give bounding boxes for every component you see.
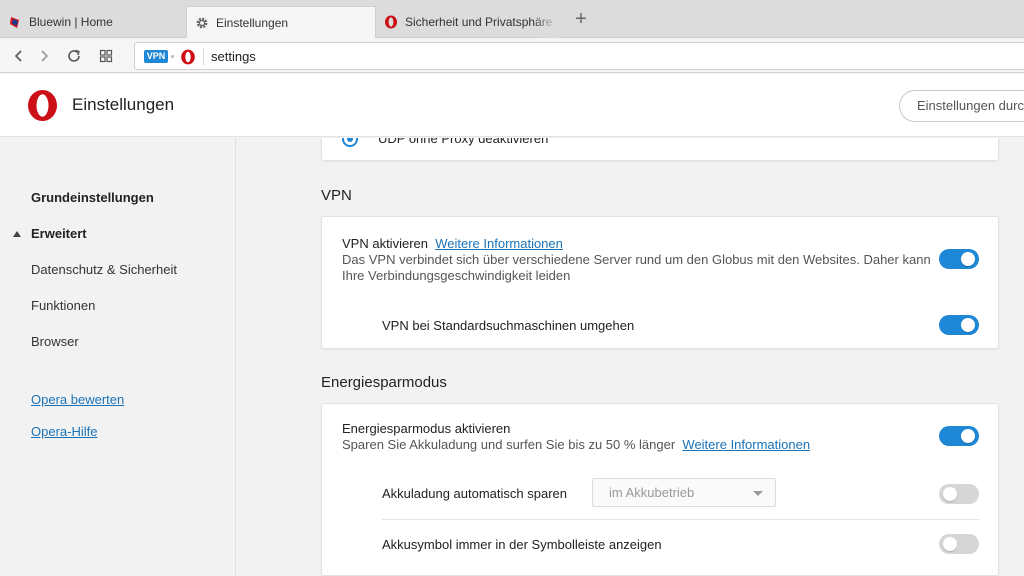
sidebar-item-grundeinstellungen[interactable]: Grundeinstellungen xyxy=(31,190,154,205)
vpn-enable-description: Das VPN verbindet sich über verschiedene… xyxy=(342,252,931,283)
vpn-section-title: VPN xyxy=(321,187,352,204)
vpn-bypass-label: VPN bei Standardsuchmaschinen umgehen xyxy=(382,318,635,333)
settings-search-input[interactable]: Einstellungen durchsuchen xyxy=(899,90,1024,122)
chevron-left-icon xyxy=(14,50,22,62)
battery-auto-select-value: im Akkubetrieb xyxy=(609,485,695,500)
opera-logo-icon xyxy=(26,89,59,122)
battery-more-info-link[interactable]: Weitere Informationen xyxy=(682,437,810,452)
new-tab-button[interactable]: + xyxy=(572,9,590,29)
vpn-enable-label: VPN aktivieren Weitere Informationen xyxy=(342,236,563,251)
vpn-card: VPN aktivieren Weitere Informationen Das… xyxy=(321,216,999,349)
vpn-bypass-toggle[interactable] xyxy=(939,315,979,335)
reload-button[interactable] xyxy=(64,46,84,66)
vpn-enable-toggle[interactable] xyxy=(939,249,979,269)
webrtc-card: UDP ohne Proxy deaktivieren xyxy=(321,138,999,161)
sidebar: Grundeinstellungen Erweitert Datenschutz… xyxy=(0,138,236,576)
back-button[interactable] xyxy=(9,46,29,66)
divider xyxy=(382,519,979,520)
udp-radio-label: UDP ohne Proxy deaktivieren xyxy=(378,138,549,146)
udp-radio[interactable] xyxy=(342,138,358,147)
sidebar-item-erweitert[interactable]: Erweitert xyxy=(31,226,87,241)
tab-bluewin[interactable]: Bluewin | Home xyxy=(0,6,186,38)
chevron-right-icon xyxy=(41,50,49,62)
tab-grid-button[interactable] xyxy=(96,46,116,66)
opera-icon xyxy=(384,15,398,29)
tab-strip: Bluewin | Home Einstellungen Sicherheit … xyxy=(0,0,1024,38)
battery-auto-toggle[interactable] xyxy=(939,484,979,504)
sidebar-item-browser[interactable]: Browser xyxy=(31,334,79,349)
address-bar[interactable]: VPN settings xyxy=(134,42,1024,70)
forward-button[interactable] xyxy=(34,46,54,66)
grid-icon xyxy=(99,49,113,63)
sidebar-item-datenschutz[interactable]: Datenschutz & Sicherheit xyxy=(31,262,177,277)
address-toolbar: VPN settings xyxy=(0,39,1024,73)
tab-einstellungen[interactable]: Einstellungen xyxy=(186,6,376,38)
chevron-down-icon xyxy=(753,491,763,496)
battery-icon-label: Akkusymbol immer in der Symbolleiste anz… xyxy=(382,537,662,552)
settings-header: Einstellungen Einstellungen durchsuchen xyxy=(0,74,1024,137)
battery-enable-label: Energiesparmodus aktivieren xyxy=(342,421,511,436)
vpn-badge[interactable]: VPN xyxy=(144,50,168,63)
settings-content: UDP ohne Proxy deaktivieren VPN VPN akti… xyxy=(237,138,1024,576)
caret-up-icon xyxy=(13,231,21,237)
url-divider xyxy=(203,48,204,65)
bluewin-icon xyxy=(8,15,22,29)
sidebar-item-funktionen[interactable]: Funktionen xyxy=(31,298,95,313)
opera-hilfe-link[interactable]: Opera-Hilfe xyxy=(31,424,97,439)
tab-sicherheit[interactable]: Sicherheit und Privatsphäre - xyxy=(376,6,558,38)
battery-enable-toggle[interactable] xyxy=(939,426,979,446)
battery-enable-description: Sparen Sie Akkuladung und surfen Sie bis… xyxy=(342,437,811,452)
battery-auto-select[interactable]: im Akkubetrieb xyxy=(592,478,776,507)
tab-label: Einstellungen xyxy=(216,15,289,30)
gear-icon xyxy=(195,16,209,30)
url-text[interactable]: settings xyxy=(211,49,256,64)
opera-bewerten-link[interactable]: Opera bewerten xyxy=(31,392,124,407)
battery-auto-label: Akkuladung automatisch sparen xyxy=(382,486,568,501)
battery-card: Energiesparmodus aktivieren Sparen Sie A… xyxy=(321,403,999,576)
vpn-more-info-link[interactable]: Weitere Informationen xyxy=(435,236,563,251)
battery-section-title: Energiesparmodus xyxy=(321,374,447,391)
opera-icon xyxy=(180,49,196,65)
separator-dot xyxy=(171,55,174,58)
page-title: Einstellungen xyxy=(72,95,175,114)
tab-label: Bluewin | Home xyxy=(29,15,113,29)
battery-icon-toggle[interactable] xyxy=(939,534,979,554)
reload-icon xyxy=(68,49,80,62)
